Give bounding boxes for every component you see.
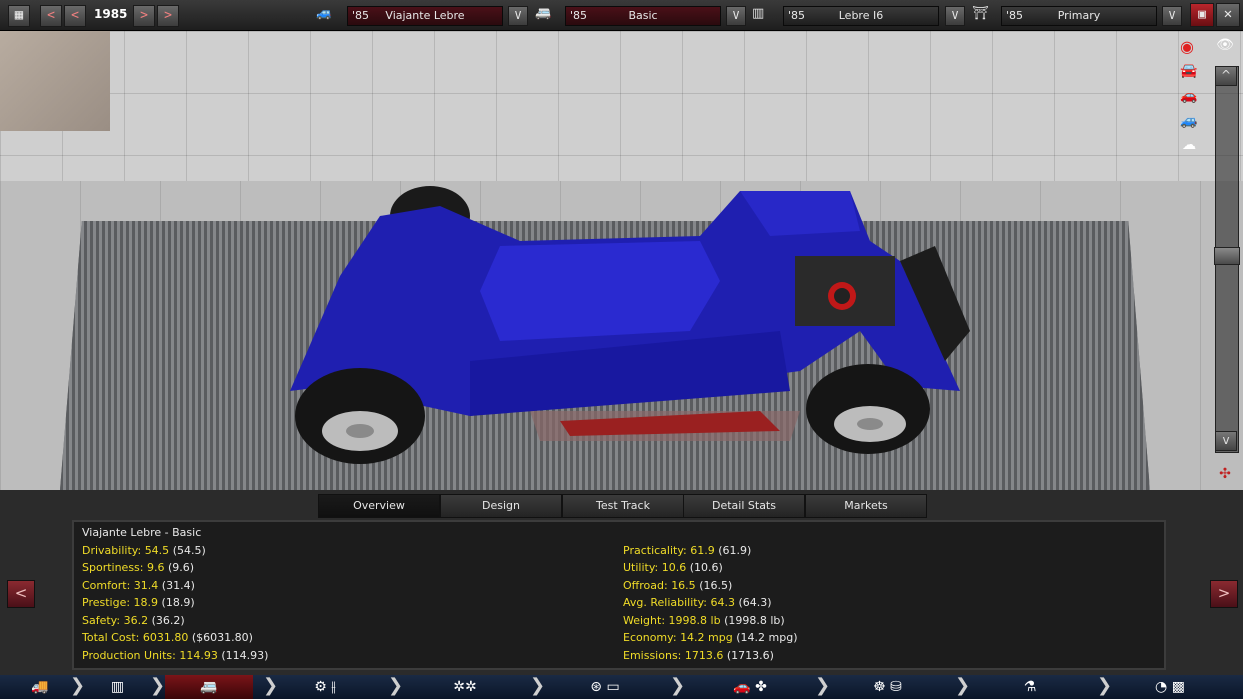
chevron-right-icon: ❯ bbox=[263, 675, 279, 696]
car-chassis-render bbox=[290, 186, 970, 464]
factory-dropdown-button[interactable]: V bbox=[1162, 6, 1182, 26]
chevron-right-icon: ❯ bbox=[1097, 675, 1113, 696]
trim-select[interactable]: '85 Basic bbox=[565, 6, 721, 26]
factory-select[interactable]: '85 Primary bbox=[1001, 6, 1157, 26]
tab-overview[interactable]: Overview bbox=[318, 494, 440, 518]
next-year-button[interactable]: > bbox=[133, 5, 155, 27]
car-viewport[interactable]: ◉ 👁 🚘 🚗 🚙 ☁ ^ v ✣ bbox=[0, 31, 1243, 490]
front-view-icon[interactable]: 🚘 bbox=[1174, 63, 1204, 81]
prev-page-button[interactable]: < bbox=[7, 580, 35, 608]
stat-emissions: Emissions: 1713.6 (1713.6) bbox=[623, 649, 774, 662]
engine-name: Lebre I6 bbox=[838, 9, 884, 22]
stat-total-cost: Total Cost: 6031.80 ($6031.80) bbox=[82, 631, 253, 644]
next-fast-button[interactable]: > bbox=[157, 5, 179, 27]
next-page-button[interactable]: > bbox=[1210, 580, 1238, 608]
tab-detail-stats[interactable]: Detail Stats bbox=[683, 494, 805, 518]
chevron-right-icon: ❯ bbox=[70, 675, 86, 696]
chevron-right-icon: ❯ bbox=[530, 675, 546, 696]
chevron-right-icon: ❯ bbox=[670, 675, 686, 696]
stat-avg-reliability: Avg. Reliability: 64.3 (64.3) bbox=[623, 596, 772, 609]
stat-weight: Weight: 1998.8 lb (1998.8 lb) bbox=[623, 614, 785, 627]
eye-icon[interactable]: 👁 bbox=[1210, 37, 1240, 55]
model-name: Viajante Lebre bbox=[385, 9, 465, 22]
tab-design[interactable]: Design bbox=[440, 494, 562, 518]
nav-company-icon[interactable]: 🚚 bbox=[20, 675, 60, 699]
reset-view-icon[interactable]: ✣ bbox=[1210, 466, 1240, 484]
chevron-right-icon: ❯ bbox=[955, 675, 971, 696]
close-icon[interactable]: ✕ bbox=[1216, 3, 1240, 27]
trim-icon: 🚐 bbox=[535, 6, 552, 21]
stat-safety: Safety: 36.2 (36.2) bbox=[82, 614, 185, 627]
camera-icon[interactable]: ◉ bbox=[1172, 37, 1202, 56]
nav-styling-icon[interactable]: 🚗 ✤ bbox=[700, 675, 800, 699]
zoom-out-button[interactable]: v bbox=[1215, 431, 1237, 451]
prev-fast-button[interactable]: < bbox=[40, 5, 62, 27]
design-nav-bar: 🚚 ❯ ▥ ❯ 🚐 ❯ ⚙ ⫲ ❯ ✲✲ ❯ ⊛ ▭ ❯ 🚗 ✤ ❯ ☸ ⛁ ❯… bbox=[0, 675, 1243, 699]
nav-wheels-icon[interactable]: ✲✲ bbox=[440, 675, 490, 699]
car-model-icon: 🚙 bbox=[316, 6, 333, 21]
zoom-in-button[interactable]: ^ bbox=[1215, 66, 1237, 86]
nav-chassis-icon[interactable]: ▥ bbox=[95, 675, 140, 699]
tab-markets[interactable]: Markets bbox=[805, 494, 927, 518]
engine-dropdown-button[interactable]: V bbox=[945, 6, 965, 26]
nav-drivetrain-icon[interactable]: ⊛ ▭ bbox=[575, 675, 635, 699]
nav-engine-icon[interactable]: ⚙ ⫲ bbox=[295, 675, 355, 699]
nav-finish-icon[interactable]: ◔ ▩ bbox=[1140, 675, 1200, 699]
factory-name: Primary bbox=[1057, 9, 1101, 22]
stat-comfort: Comfort: 31.4 (31.4) bbox=[82, 579, 195, 592]
info-panel: Overview Design Test Track Detail Stats … bbox=[0, 490, 1243, 675]
top-view-icon[interactable]: ☁ bbox=[1174, 137, 1204, 155]
side-view-icon[interactable]: 🚗 bbox=[1174, 88, 1204, 106]
chevron-right-icon: ❯ bbox=[150, 675, 166, 696]
trim-name: Basic bbox=[628, 9, 658, 22]
tab-test-track[interactable]: Test Track bbox=[562, 494, 684, 518]
save-icon[interactable]: ▣ bbox=[1190, 3, 1214, 27]
calendar-icon[interactable]: ▦ bbox=[8, 5, 30, 27]
trim-dropdown-button[interactable]: V bbox=[726, 6, 746, 26]
nav-testing-icon[interactable]: ⚗ bbox=[1015, 675, 1045, 699]
engine-select[interactable]: '85 Lebre I6 bbox=[783, 6, 939, 26]
model-dropdown-button[interactable]: V bbox=[508, 6, 528, 26]
stat-economy: Economy: 14.2 mpg (14.2 mpg) bbox=[623, 631, 798, 644]
vehicle-title: Viajante Lebre - Basic bbox=[82, 526, 202, 539]
prev-year-button[interactable]: < bbox=[64, 5, 86, 27]
stat-drivability: Drivability: 54.5 (54.5) bbox=[82, 544, 206, 557]
chevron-right-icon: ❯ bbox=[815, 675, 831, 696]
stat-practicality: Practicality: 61.9 (61.9) bbox=[623, 544, 752, 557]
rear-view-icon[interactable]: 🚙 bbox=[1174, 113, 1204, 131]
nav-body-icon[interactable]: 🚐 bbox=[165, 675, 253, 699]
factory-icon: ⛩ bbox=[972, 6, 989, 21]
zoom-scroll-thumb[interactable] bbox=[1214, 247, 1240, 265]
nav-interior-icon[interactable]: ☸ ⛁ bbox=[860, 675, 915, 699]
overview-stats: Viajante Lebre - Basic Drivability: 54.5… bbox=[72, 520, 1166, 670]
chevron-right-icon: ❯ bbox=[388, 675, 404, 696]
stat-production-units: Production Units: 114.93 (114.93) bbox=[82, 649, 269, 662]
engine-icon: ▥ bbox=[752, 6, 765, 21]
stat-offroad: Offroad: 16.5 (16.5) bbox=[623, 579, 733, 592]
stat-sportiness: Sportiness: 9.6 (9.6) bbox=[82, 561, 195, 574]
stat-prestige: Prestige: 18.9 (18.9) bbox=[82, 596, 195, 609]
year-label: 1985 bbox=[94, 7, 128, 21]
top-toolbar: ▦ < < 1985 > > 🚙 '85 Viajante Lebre V 🚐 … bbox=[0, 0, 1243, 31]
stat-utility: Utility: 10.6 (10.6) bbox=[623, 561, 723, 574]
model-select[interactable]: '85 Viajante Lebre bbox=[347, 6, 503, 26]
